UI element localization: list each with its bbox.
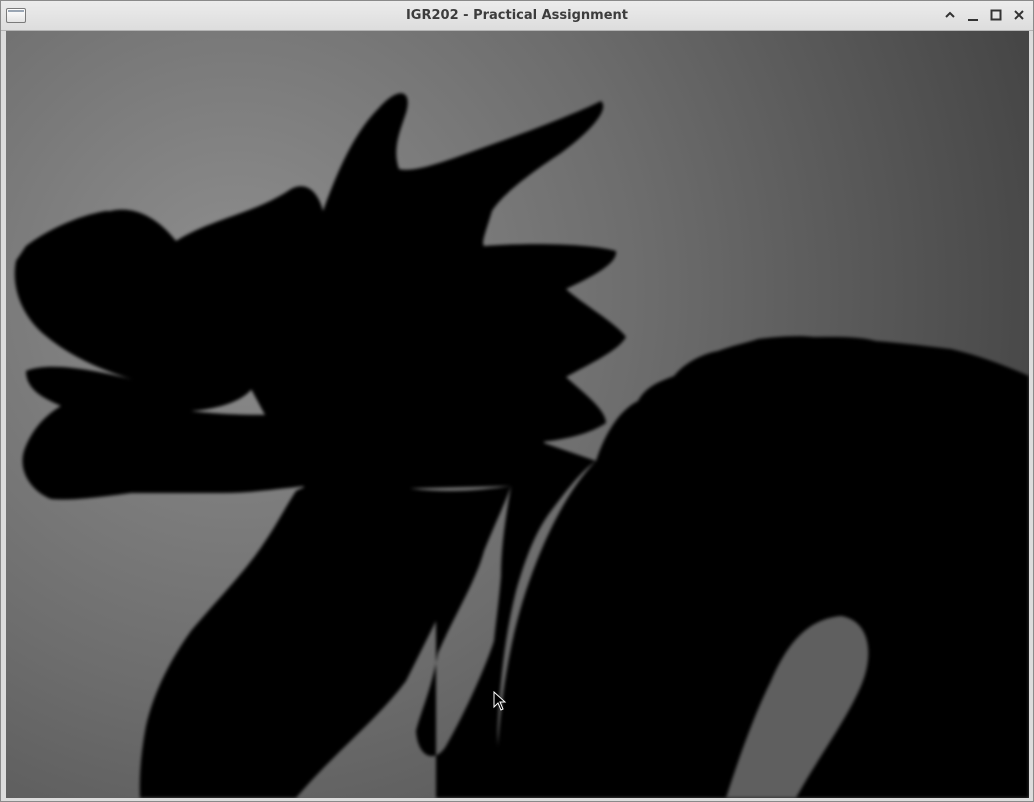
- close-icon: [1014, 10, 1024, 20]
- restore-icon: [990, 9, 1002, 21]
- minimize-icon: [968, 19, 978, 21]
- maximize-button[interactable]: [988, 7, 1004, 23]
- render-viewport[interactable]: [6, 31, 1029, 798]
- maximize-up-icon: [945, 11, 955, 18]
- title-bar[interactable]: IGR202 - Practical Assignment: [1, 1, 1033, 31]
- minimize-button[interactable]: [965, 7, 981, 23]
- dragon-render-canvas[interactable]: [6, 31, 1029, 798]
- close-button[interactable]: [1011, 7, 1027, 23]
- window-title: IGR202 - Practical Assignment: [405, 8, 629, 23]
- application-window: IGR202 - Practical Assignment: [0, 0, 1034, 802]
- mouse-pointer-icon: [493, 691, 507, 711]
- shade-button[interactable]: [942, 7, 958, 23]
